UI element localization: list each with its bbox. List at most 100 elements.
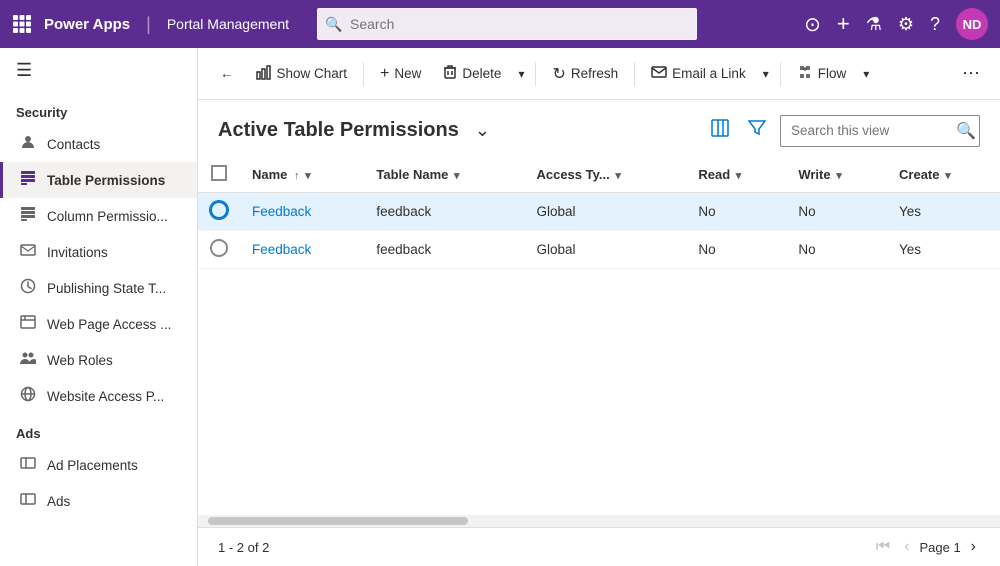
read-cell: No [686, 193, 786, 231]
sidebar-item-contacts[interactable]: Contacts [0, 126, 197, 162]
back-button[interactable]: ← [210, 60, 244, 87]
table-row: FeedbackfeedbackGlobalNoNoYes [198, 231, 1000, 269]
refresh-button[interactable]: ↻ Refresh [542, 58, 628, 90]
write-cell: No [786, 193, 887, 231]
read-column-header[interactable]: Read ▾ [686, 157, 786, 193]
contacts-label: Contacts [47, 137, 100, 152]
name-link[interactable]: Feedback [252, 204, 311, 219]
main-layout: ☰ Security Contacts Table Permissions Co… [0, 48, 1000, 566]
section-title-security: Security [0, 93, 197, 126]
plus-icon[interactable]: + [837, 11, 850, 37]
row-select-cell[interactable] [198, 193, 240, 231]
hscroll-thumb[interactable] [208, 517, 468, 525]
top-nav-actions: ⊙ + ⚗ ⚙ ? ND [804, 8, 988, 40]
sidebar-item-publishing-state[interactable]: Publishing State T... [0, 270, 197, 306]
record-range-label: 1 - 2 of 2 [218, 540, 269, 555]
create-cell: Yes [887, 231, 1000, 269]
sidebar-item-website-access[interactable]: Website Access P... [0, 378, 197, 414]
sidebar-item-ad-placements[interactable]: Ad Placements [0, 447, 197, 483]
column-permissions-icon [19, 206, 37, 226]
table-row: FeedbackfeedbackGlobalNoNoYes [198, 193, 1000, 231]
brand-name: Power Apps [44, 16, 130, 33]
web-roles-icon [19, 350, 37, 370]
show-chart-icon [256, 64, 272, 83]
separator-2 [535, 62, 536, 86]
publishing-state-label: Publishing State T... [47, 281, 166, 296]
more-button[interactable]: ⋯ [954, 59, 988, 88]
table-permissions-label: Table Permissions [47, 173, 165, 188]
waffle-icon[interactable] [12, 14, 32, 34]
goal-icon[interactable]: ⊙ [804, 12, 821, 37]
global-search: 🔍 [317, 8, 697, 40]
toolbar: ← Show Chart + New Delete ▾ [198, 48, 1000, 100]
separator-1 [363, 62, 364, 86]
search-input[interactable] [317, 8, 697, 40]
new-label: New [394, 66, 421, 81]
name-link[interactable]: Feedback [252, 242, 311, 257]
search-view-button[interactable]: 🔍 [956, 121, 976, 141]
flow-chevron[interactable]: ▾ [858, 61, 874, 87]
prev-page-button[interactable]: ‹ [900, 536, 913, 558]
sidebar-item-web-roles[interactable]: Web Roles [0, 342, 197, 378]
avatar[interactable]: ND [956, 8, 988, 40]
sidebar-hamburger[interactable]: ☰ [0, 48, 197, 93]
name-sort-icon: ↑ [294, 170, 300, 182]
email-link-label: Email a Link [672, 66, 746, 81]
email-link-button[interactable]: Email a Link [641, 60, 756, 87]
edit-columns-button[interactable] [706, 114, 734, 147]
nav-divider: | [146, 14, 151, 35]
view-header: Active Table Permissions ⌄ [198, 100, 1000, 157]
ads-icon [19, 491, 37, 511]
footer-navigation: ⏮ ‹ Page 1 › [872, 536, 980, 558]
sidebar-item-column-permissions[interactable]: Column Permissio... [0, 198, 197, 234]
flow-button[interactable]: Flow [787, 58, 857, 89]
tablename-cell: feedback [364, 231, 524, 269]
sidebar-item-invitations[interactable]: Invitations [0, 234, 197, 270]
back-icon: ← [220, 66, 234, 81]
radio-circle[interactable] [210, 239, 228, 257]
accesstype-cell: Global [524, 193, 686, 231]
horizontal-scrollbar[interactable] [198, 515, 1000, 527]
email-chevron[interactable]: ▾ [758, 61, 774, 87]
view-dropdown-button[interactable]: ⌄ [471, 118, 494, 143]
help-icon[interactable]: ? [930, 14, 940, 35]
delete-chevron[interactable]: ▾ [513, 61, 529, 87]
row-select-cell[interactable] [198, 231, 240, 269]
first-page-button[interactable]: ⏮ [872, 536, 894, 558]
data-table-wrap: Name ↑ ▾ Table Name ▾ Access Ty... ▾ [198, 157, 1000, 515]
filter-icon[interactable]: ⚗ [866, 14, 882, 35]
name-cell[interactable]: Feedback [240, 193, 364, 231]
refresh-label: Refresh [571, 66, 618, 81]
top-navigation: Power Apps | Portal Management 🔍 ⊙ + ⚗ ⚙… [0, 0, 1000, 48]
search-view-input[interactable] [780, 115, 980, 147]
accesstype-column-header[interactable]: Access Ty... ▾ [524, 157, 686, 193]
sidebar-item-table-permissions[interactable]: Table Permissions [0, 162, 197, 198]
create-column-header[interactable]: Create ▾ [887, 157, 1000, 193]
settings-icon[interactable]: ⚙ [898, 14, 914, 35]
show-chart-button[interactable]: Show Chart [246, 58, 358, 89]
delete-icon [443, 64, 457, 83]
email-icon [651, 66, 667, 81]
search-icon: 🔍 [325, 16, 342, 33]
name-column-header[interactable]: Name ↑ ▾ [240, 157, 364, 193]
invitations-icon [19, 242, 37, 262]
delete-button[interactable]: Delete [433, 58, 511, 89]
tablename-cell: feedback [364, 193, 524, 231]
sidebar-item-ads[interactable]: Ads [0, 483, 197, 519]
radio-circle[interactable] [210, 201, 228, 219]
website-access-label: Website Access P... [47, 389, 164, 404]
tablename-column-header[interactable]: Table Name ▾ [364, 157, 524, 193]
invitations-label: Invitations [47, 245, 108, 260]
name-cell[interactable]: Feedback [240, 231, 364, 269]
web-page-access-label: Web Page Access ... [47, 317, 171, 332]
write-col-chevron: ▾ [836, 170, 842, 182]
next-page-button[interactable]: › [967, 536, 980, 558]
delete-label: Delete [462, 66, 501, 81]
table-footer: 1 - 2 of 2 ⏮ ‹ Page 1 › [198, 527, 1000, 566]
new-button[interactable]: + New [370, 59, 431, 89]
write-column-header[interactable]: Write ▾ [786, 157, 887, 193]
select-all-header[interactable] [198, 157, 240, 193]
sidebar-item-web-page-access[interactable]: Web Page Access ... [0, 306, 197, 342]
show-chart-label: Show Chart [277, 66, 348, 81]
filter-button[interactable] [744, 116, 770, 145]
